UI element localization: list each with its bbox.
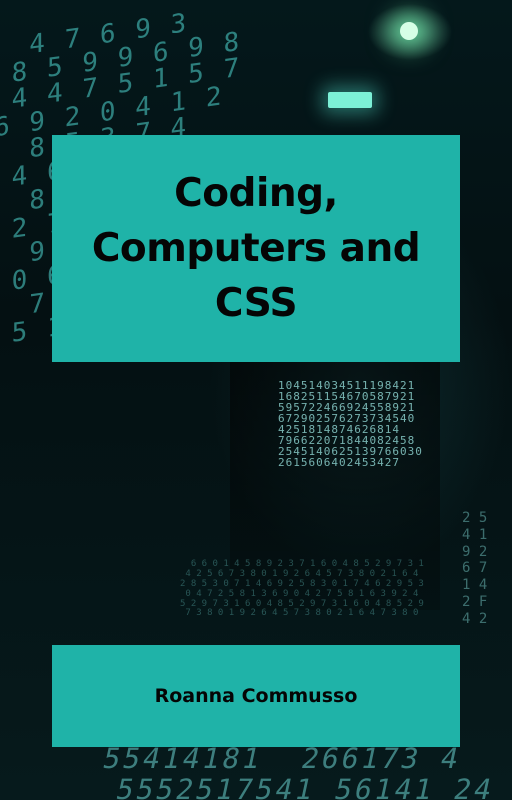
book-cover: 4 7 6 9 3 8 5 9 9 6 9 8 4 4 7 5 1 5 7 6 … [0, 0, 512, 800]
right-edge-digits: 2 5 4 1 9 2 6 7 1 4 2 F 4 2 [462, 510, 488, 627]
ceiling-light [400, 22, 418, 40]
title-panel: Coding, Computers and CSS [52, 135, 460, 362]
title-line-2: Computers and [91, 226, 421, 271]
author-panel: Roanna Commusso [52, 645, 460, 747]
title-line-3: CSS [214, 281, 298, 326]
right-digit-wall: 104514034511198421 168251154670587921 59… [278, 379, 423, 469]
title-line-1: Coding, [174, 171, 338, 216]
book-title: Coding, Computers and CSS [91, 166, 421, 331]
author-name: Roanna Commusso [154, 685, 358, 707]
bottom-digit-floor: 55414181 266173 4 5552517541 56141 24 [93, 742, 498, 800]
exit-sign [328, 92, 372, 108]
